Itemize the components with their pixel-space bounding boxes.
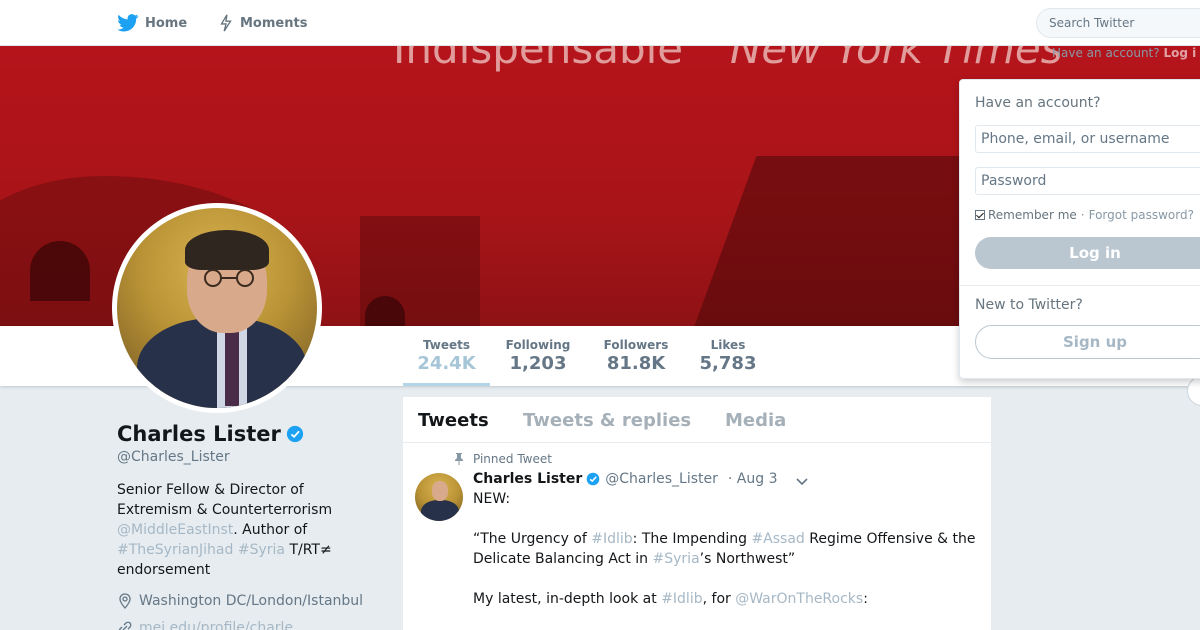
- bio-text: Senior Fellow & Director of Extremism & …: [117, 482, 333, 518]
- avatar-photo-part: [185, 230, 269, 270]
- password-input[interactable]: Password: [975, 167, 1200, 195]
- profile-avatar[interactable]: [112, 203, 322, 413]
- tweet-header: Charles Lister @Charles_Lister · Aug 3: [473, 471, 777, 487]
- profile-handle[interactable]: @Charles_Lister: [117, 449, 230, 465]
- bio-link[interactable]: @MiddleEastInst: [117, 522, 233, 538]
- stat-label: Likes: [710, 338, 746, 352]
- chevron-down-icon[interactable]: [795, 477, 809, 487]
- username-input[interactable]: Phone, email, or username: [975, 125, 1200, 153]
- profile-name[interactable]: Charles Lister: [117, 422, 304, 446]
- login-button[interactable]: Log in: [975, 237, 1200, 269]
- profile-bio: Senior Fellow & Director of Extremism & …: [117, 480, 357, 580]
- verified-badge-icon: [586, 472, 600, 486]
- stat-value: 1,203: [509, 353, 567, 374]
- tab-tweets-replies[interactable]: Tweets & replies: [523, 410, 691, 431]
- stat-label: Following: [505, 338, 571, 352]
- tweet-author-name[interactable]: Charles Lister: [473, 471, 582, 487]
- link-icon: [118, 621, 132, 630]
- tweet-mention[interactable]: @WarOnTheRocks: [735, 591, 863, 607]
- tweet-date[interactable]: · Aug 3: [728, 471, 778, 487]
- stat-label: Tweets: [422, 338, 471, 352]
- avatar-glasses: [204, 269, 254, 287]
- login-title: Have an account?: [975, 95, 1101, 111]
- remember-label[interactable]: Remember me: [988, 208, 1077, 222]
- pin-icon: [455, 453, 463, 465]
- tweet-hashtag[interactable]: #Assad: [751, 531, 804, 547]
- login-separator: ·: [1080, 208, 1085, 222]
- url-text: mei.edu/profile/charle...: [139, 620, 307, 630]
- banner-text-left: Indispensable: [393, 46, 684, 73]
- nav-moments[interactable]: Moments: [218, 0, 307, 46]
- pinned-tweet-label: Pinned Tweet: [453, 452, 552, 466]
- banner-text-right: New York Times: [730, 46, 1063, 73]
- forgot-password-link[interactable]: Forgot password?: [1089, 208, 1194, 222]
- tweet-body: NEW: “The Urgency of #Idlib: The Impendi…: [473, 489, 983, 629]
- tweet-paragraph: “The Urgency of #Idlib: The Impending #A…: [473, 529, 983, 569]
- tweet-text: : The Impending: [632, 531, 752, 547]
- tweet-text: :: [863, 591, 868, 607]
- stat-value: 24.4K: [417, 353, 476, 374]
- bio-text: . Author of: [233, 522, 308, 538]
- tweet-text: , for: [702, 591, 736, 607]
- lightning-icon: [220, 14, 232, 32]
- tweet-avatar-part: [432, 481, 448, 501]
- location-text: Washington DC/London/Istanbul: [139, 593, 364, 609]
- tab-tweets[interactable]: Tweets: [418, 410, 489, 431]
- stat-label: Followers: [603, 338, 669, 352]
- remember-checkbox[interactable]: [975, 210, 985, 220]
- header-login-link[interactable]: Log i: [1163, 46, 1196, 60]
- profile-location: Washington DC/London/Istanbul: [117, 593, 363, 609]
- location-pin-icon: [119, 593, 131, 609]
- search-input[interactable]: Search Twitter: [1036, 8, 1200, 38]
- bio-hashtag[interactable]: #Syria: [238, 542, 285, 558]
- stat-value: 5,783: [699, 353, 757, 374]
- tweet-line: NEW:: [473, 491, 511, 507]
- bio-hashtag[interactable]: #TheSyrianJihad: [117, 542, 233, 558]
- divider: [960, 285, 1200, 286]
- tweet-hashtag[interactable]: #Syria: [653, 551, 700, 567]
- stat-followers[interactable]: Followers 81.8K: [596, 338, 676, 386]
- tweet-paragraph: My latest, in-depth look at #Idlib, for …: [473, 589, 983, 609]
- tweet-author-handle[interactable]: @Charles_Lister: [605, 471, 718, 487]
- remember-row: Remember me · Forgot password?: [975, 208, 1194, 222]
- tweet-avatar[interactable]: [415, 473, 463, 521]
- tweet-hashtag[interactable]: #Idlib: [591, 531, 632, 547]
- avatar-photo-part: [225, 326, 239, 406]
- profile-name-text: Charles Lister: [117, 422, 281, 446]
- twitter-bird-icon: [117, 14, 139, 32]
- nav-moments-label: Moments: [240, 15, 308, 31]
- nav-home[interactable]: Home: [117, 0, 187, 46]
- top-nav: Home Moments Search Twitter: [0, 0, 1200, 46]
- avatar-photo: [117, 208, 317, 408]
- profile-url[interactable]: mei.edu/profile/charle...: [117, 620, 306, 630]
- verified-badge-icon: [286, 425, 303, 443]
- tab-media[interactable]: Media: [725, 410, 786, 431]
- have-account-header: Have an account? Log i: [1052, 46, 1196, 60]
- timeline-tabs: Tweets Tweets & replies Media: [403, 397, 991, 443]
- tweet-text: “The Urgency of: [473, 531, 592, 547]
- tweet-text: ’s Northwest”: [699, 551, 796, 567]
- signup-button[interactable]: Sign up: [975, 325, 1200, 359]
- stat-tweets[interactable]: Tweets 24.4K: [403, 338, 490, 386]
- tweet-text: My latest, in-depth look at: [473, 591, 662, 607]
- banner-shape: [30, 241, 90, 301]
- stat-value: 81.8K: [606, 353, 666, 374]
- pinned-text: Pinned Tweet: [473, 452, 552, 466]
- nav-home-label: Home: [145, 15, 188, 31]
- have-account-prefix: Have an account?: [1052, 46, 1160, 60]
- stat-likes[interactable]: Likes 5,783: [694, 338, 762, 386]
- login-dropdown: Have an account? Phone, email, or userna…: [959, 79, 1200, 379]
- tweet-avatar-part: [421, 500, 459, 521]
- stat-following[interactable]: Following 1,203: [497, 338, 579, 386]
- timeline: Tweets Tweets & replies Media Pinned Twe…: [403, 397, 991, 630]
- new-to-twitter-title: New to Twitter?: [975, 297, 1083, 313]
- tweet-hashtag[interactable]: #Idlib: [661, 591, 702, 607]
